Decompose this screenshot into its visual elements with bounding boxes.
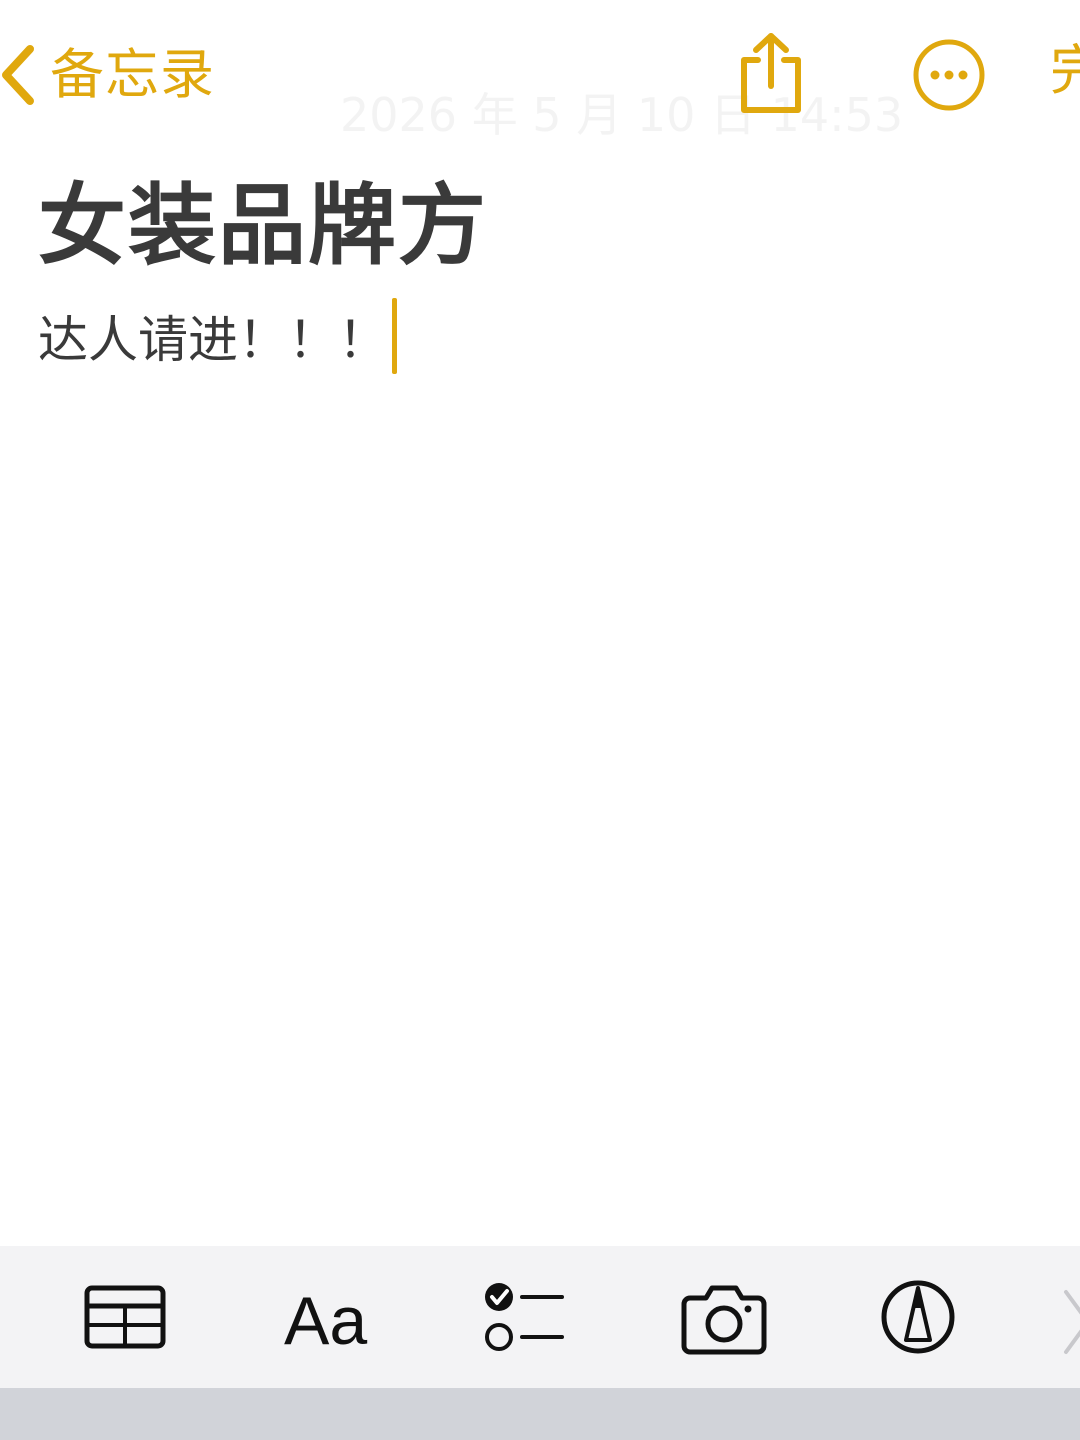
close-icon[interactable] [1060,1274,1080,1360]
more-options-icon[interactable] [912,38,986,112]
note-date: 2026 年 5 月 10 日 14:53 [340,88,904,142]
note-title[interactable]: 女装品牌方 [38,177,488,275]
keyboard-area [0,1388,1080,1440]
format-text-label: Aa [284,1283,367,1359]
checklist-icon[interactable] [482,1274,564,1360]
done-button[interactable]: 完成 [1050,44,1080,98]
text-cursor [392,298,397,374]
markup-pen-icon[interactable] [880,1274,956,1360]
share-icon[interactable] [736,30,806,116]
note-body-text: 达人请进！！！ [38,311,388,369]
camera-icon[interactable] [680,1274,768,1360]
notes-editor-screen: 备忘录 2026 年 5 月 10 日 14:53 完成 女装品牌方 达人请进！… [0,0,1080,1440]
chevron-left-icon [2,45,34,105]
back-button[interactable]: 备忘录 [0,30,215,120]
table-icon[interactable] [84,1274,166,1360]
back-button-label: 备忘录 [50,43,215,106]
note-body-line[interactable]: 达人请进！！！ [38,298,397,374]
format-text-icon[interactable]: Aa [284,1274,370,1360]
editing-toolbar: Aa [0,1246,1080,1388]
navigation-bar: 备忘录 2026 年 5 月 10 日 14:53 完成 [0,0,1080,150]
